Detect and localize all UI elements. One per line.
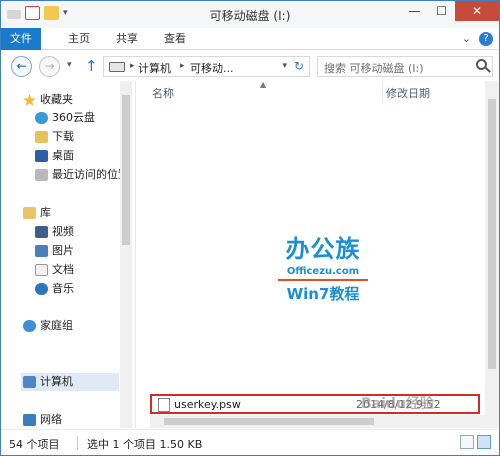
sidebar-item-label: 视频: [52, 225, 74, 238]
navigation-bar: ← → ▾ ↑ ▸ 计算机 ▸ 可移动... ▾ ↻ 搜索 可移动磁盘 (I:): [1, 51, 499, 81]
sidebar-item-label: 库: [40, 206, 51, 219]
nav-scrollbar[interactable]: [120, 81, 132, 428]
large-icons-view-icon[interactable]: [477, 435, 491, 449]
libraries-icon: [23, 207, 36, 219]
item-count: 54 个项目: [9, 438, 60, 451]
homegroup-icon: [23, 320, 36, 332]
sidebar-item-label: 图片: [52, 244, 74, 257]
logo-line2: Officezu.com: [286, 266, 360, 277]
column-header: ▲ 名称 修改日期: [136, 80, 488, 103]
selection-info: 选中 1 个项目 1.50 KB: [87, 438, 203, 451]
details-view-icon[interactable]: [460, 435, 474, 449]
logo-line1: 办公族: [285, 235, 361, 263]
download-folder-icon: [35, 131, 48, 143]
network-icon: [23, 414, 36, 426]
sidebar-item-label: 下载: [52, 130, 74, 143]
desktop-icon: [35, 150, 48, 162]
sidebar-item-label: 最近访问的位置: [52, 168, 129, 181]
sidebar-item-label: 家庭组: [40, 319, 73, 332]
tab-view[interactable]: 查看: [155, 28, 195, 50]
tab-file[interactable]: 文件: [1, 28, 41, 50]
sort-ascending-icon: ▲: [260, 80, 267, 89]
baidu-watermark: Baidu经验: [361, 396, 434, 412]
video-library-icon: [35, 226, 48, 238]
removable-drive-icon: [109, 62, 125, 72]
music-library-icon: [35, 283, 48, 295]
column-divider[interactable]: [382, 81, 383, 103]
back-button[interactable]: ←: [11, 56, 32, 77]
file-scrollbar[interactable]: [485, 81, 499, 428]
navigation-pane: 收藏夹 360云盘 下载 桌面 最近访问的位置 库 视频 图片 文档 音乐 家庭…: [1, 81, 132, 428]
file-scrollbar-thumb[interactable]: [488, 99, 496, 369]
file-name[interactable]: userkey.psw: [174, 398, 241, 411]
column-modified[interactable]: 修改日期: [386, 85, 430, 101]
address-segment-drive[interactable]: 可移动...: [190, 60, 234, 76]
search-box[interactable]: 搜索 可移动磁盘 (I:): [317, 56, 493, 77]
sidebar-item-label: 音乐: [52, 282, 74, 295]
refresh-icon[interactable]: ↻: [294, 59, 304, 73]
forward-button[interactable]: →: [39, 56, 60, 77]
logo-line3: Win7教程: [278, 279, 368, 304]
sidebar-item-label: 计算机: [40, 375, 73, 388]
star-icon: [23, 94, 36, 106]
file-icon: [158, 398, 170, 412]
recent-places-icon: [35, 169, 48, 181]
explorer-window: ▾ 可移动磁盘 (I:) — ☐ ✕ 文件 主页 共享 查看 ⌄ ? ← → ▾…: [0, 0, 500, 456]
minimize-button[interactable]: —: [401, 1, 428, 21]
address-bar[interactable]: ▸ 计算机 ▸ 可移动... ▾ ↻: [103, 56, 310, 77]
horizontal-scrollbar[interactable]: [150, 415, 486, 428]
address-arrow-2[interactable]: ▸: [180, 61, 185, 71]
horizontal-scrollbar-thumb[interactable]: [164, 418, 374, 425]
ribbon-expand-icon[interactable]: ⌄: [462, 32, 471, 46]
cloud-icon: [35, 112, 48, 124]
sidebar-item-label: 网络: [40, 413, 62, 426]
maximize-button[interactable]: ☐: [428, 1, 455, 21]
file-list: ▲ 名称 修改日期 办公族 Officezu.com Win7教程 userke…: [135, 80, 499, 428]
recent-locations-icon[interactable]: ▾: [67, 60, 72, 70]
ribbon-tabs: 文件 主页 共享 查看 ⌄ ?: [1, 28, 499, 50]
status-bar: 54 个项目 选中 1 个项目 1.50 KB: [1, 429, 499, 455]
watermark-logo: 办公族 Officezu.com Win7教程: [278, 229, 368, 304]
nav-scrollbar-thumb[interactable]: [122, 95, 130, 245]
sidebar-item-label: 360云盘: [52, 111, 95, 124]
status-divider: [77, 436, 78, 450]
address-dropdown-icon[interactable]: ▾: [282, 61, 287, 71]
sidebar-item-computer[interactable]: 计算机: [21, 373, 119, 391]
address-segment-computer[interactable]: 计算机: [138, 60, 171, 76]
address-arrow[interactable]: ▸: [130, 61, 135, 71]
column-name[interactable]: 名称: [152, 85, 174, 101]
help-icon[interactable]: ?: [479, 32, 493, 46]
documents-library-icon: [35, 264, 48, 276]
computer-icon: [23, 376, 36, 388]
tab-share[interactable]: 共享: [107, 28, 147, 50]
sidebar-item-label: 文档: [52, 263, 74, 276]
sidebar-item-label: 桌面: [52, 149, 74, 162]
pictures-library-icon: [35, 245, 48, 257]
up-button[interactable]: ↑: [85, 57, 98, 75]
window-controls: — ☐ ✕: [401, 1, 499, 21]
search-placeholder: 搜索 可移动磁盘 (I:): [324, 62, 424, 75]
sidebar-item-label: 收藏夹: [40, 93, 73, 106]
tab-home[interactable]: 主页: [59, 28, 99, 50]
view-switcher: [460, 435, 491, 449]
search-icon[interactable]: [476, 59, 487, 70]
close-button[interactable]: ✕: [455, 1, 499, 21]
title-bar: ▾ 可移动磁盘 (I:) — ☐ ✕: [1, 1, 499, 28]
